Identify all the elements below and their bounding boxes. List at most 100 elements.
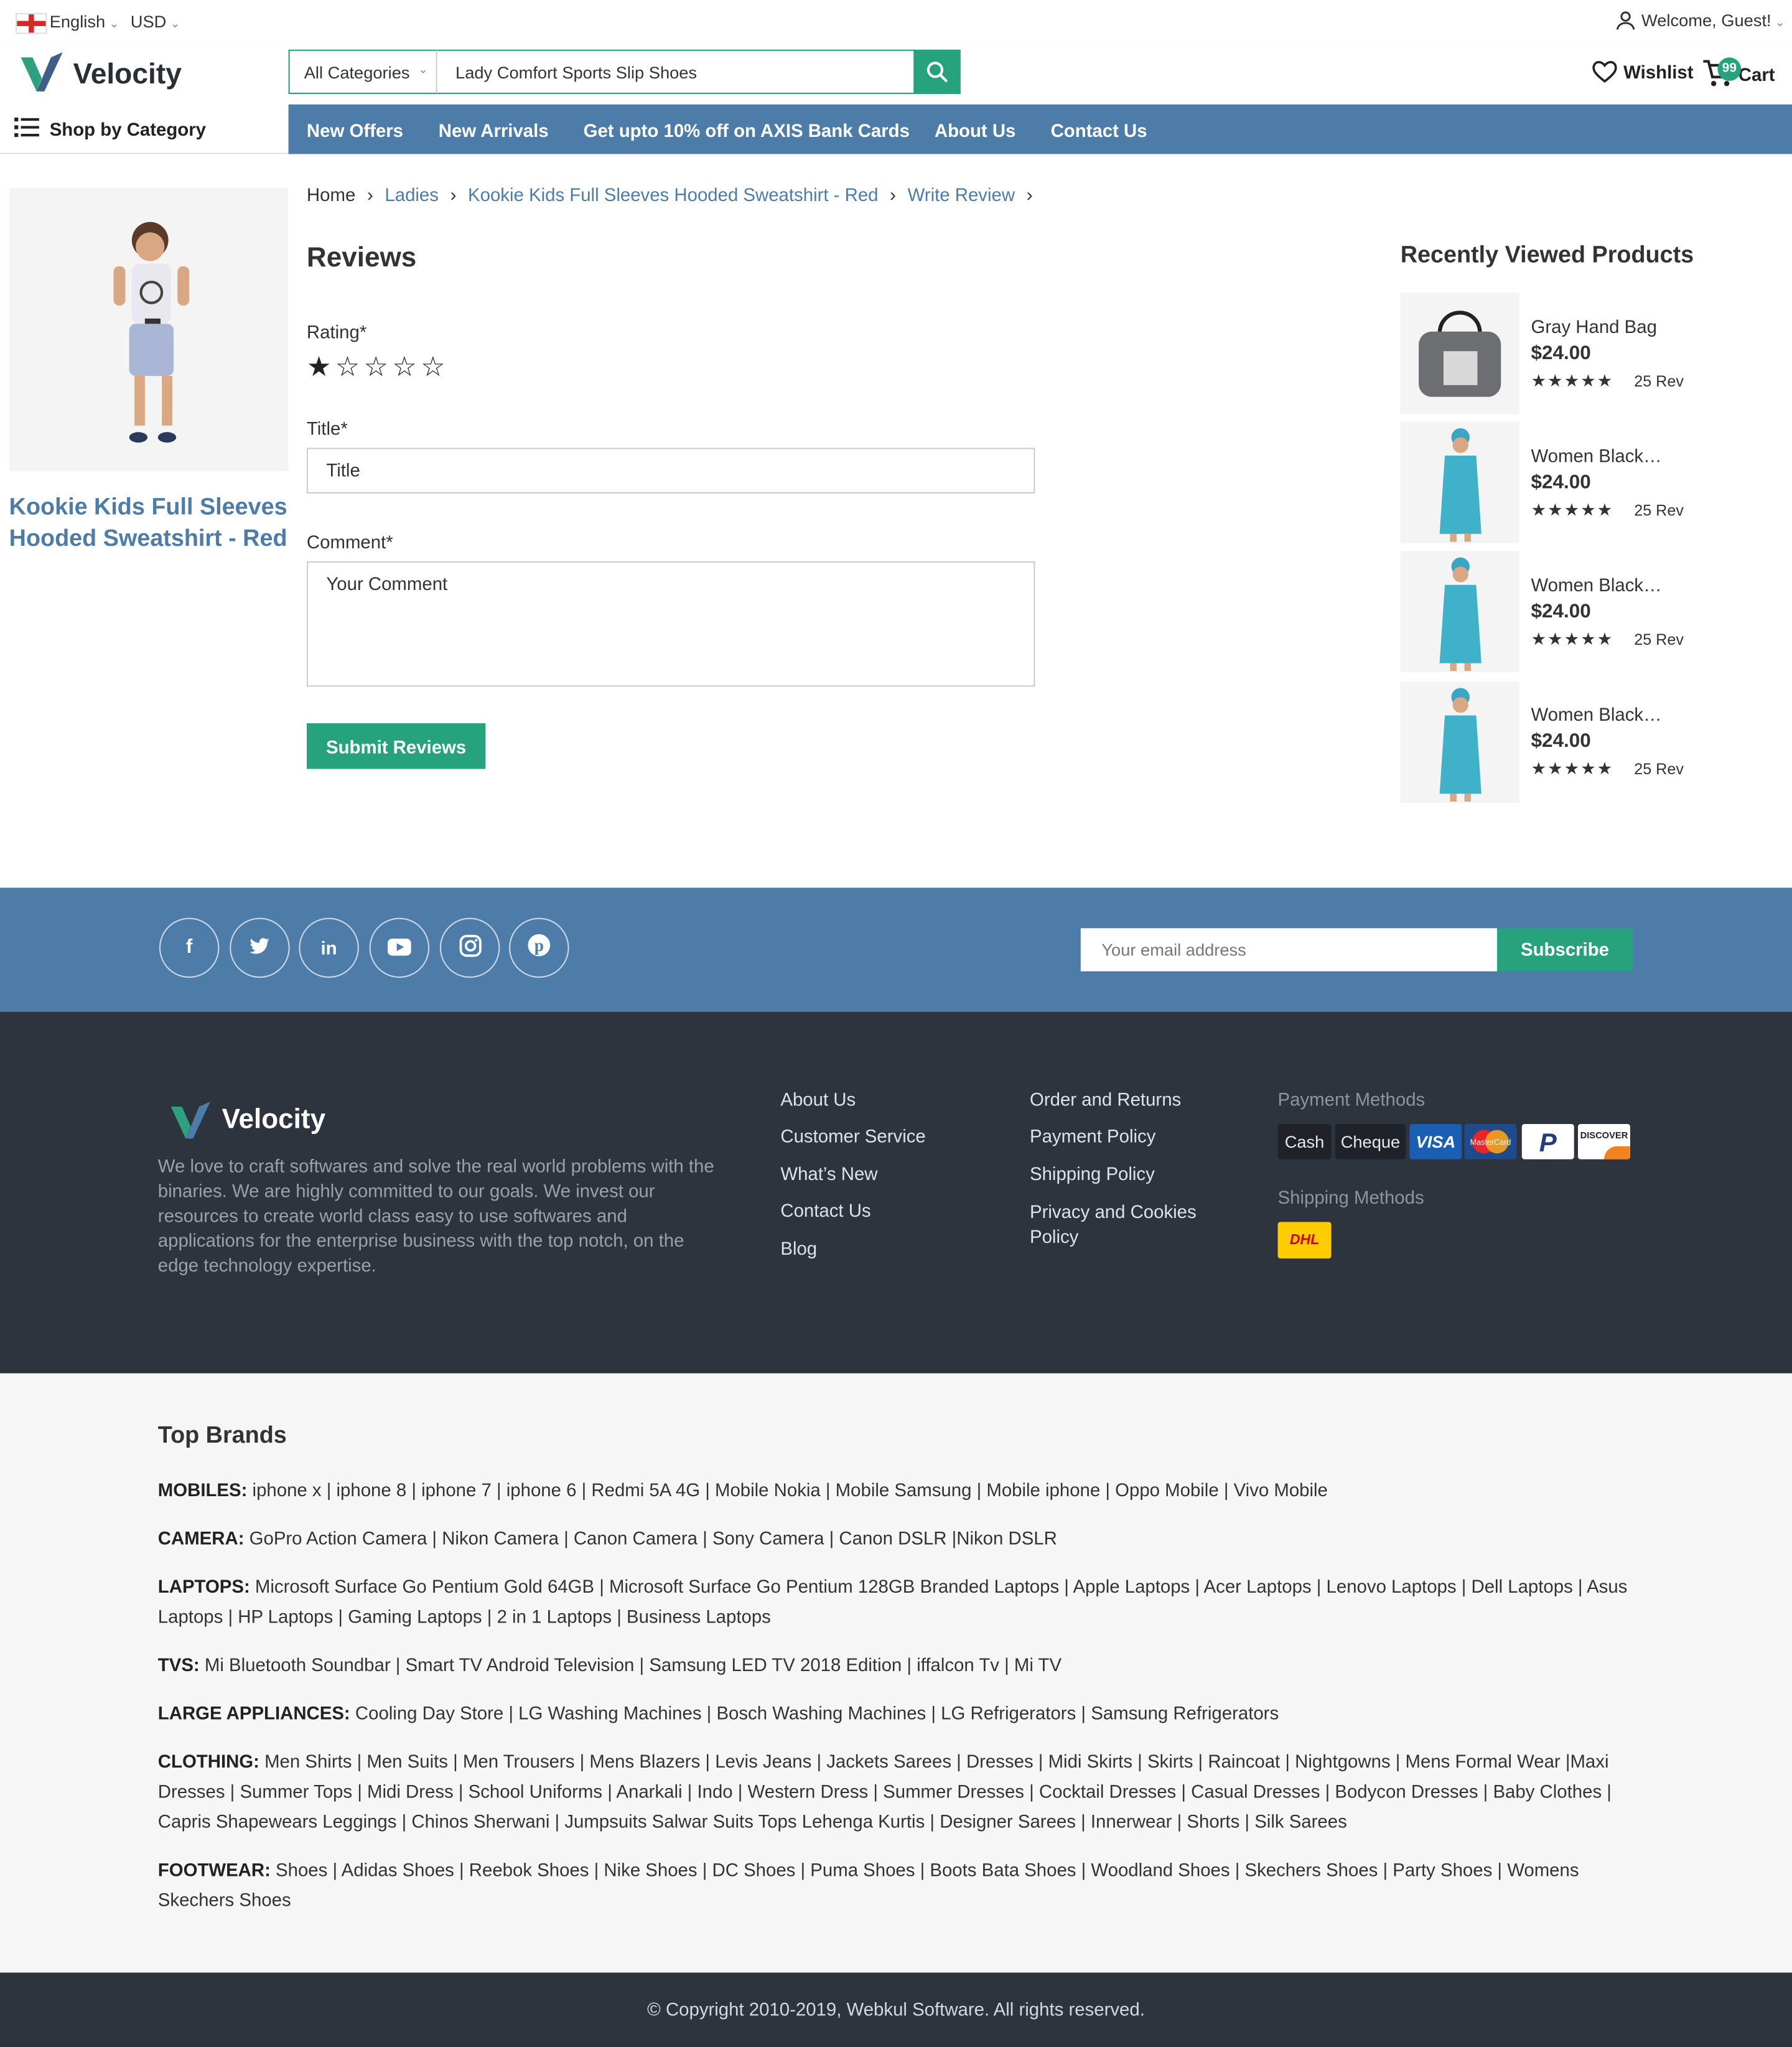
recent-item-name[interactable]: Women Black… bbox=[1531, 574, 1661, 596]
product-thumbnail[interactable] bbox=[1400, 421, 1519, 543]
recent-item-name[interactable]: Women Black… bbox=[1531, 704, 1661, 725]
currency-selector[interactable]: USD ⌄ bbox=[131, 12, 180, 31]
title-label: Title* bbox=[306, 418, 348, 439]
brand-row-links[interactable]: Microsoft Surface Go Pentium Gold 64GB |… bbox=[158, 1576, 1628, 1627]
payment-methods-heading: Payment Methods bbox=[1277, 1089, 1426, 1110]
title-input[interactable]: Title bbox=[306, 447, 1035, 494]
star-empty-icon[interactable]: ☆ bbox=[392, 352, 421, 382]
product-thumbnail[interactable] bbox=[1400, 292, 1519, 414]
wishlist-label: Wishlist bbox=[1623, 61, 1694, 83]
search-button[interactable] bbox=[913, 49, 961, 95]
mastercard-text: MasterCard bbox=[1470, 1138, 1511, 1147]
chevron-right-icon: › bbox=[890, 184, 896, 205]
england-flag-icon bbox=[16, 12, 47, 34]
brand-name[interactable]: Velocity bbox=[73, 57, 181, 91]
currency-label: USD bbox=[130, 11, 167, 32]
dress-image bbox=[1439, 688, 1482, 802]
youtube-icon[interactable] bbox=[369, 917, 430, 978]
pinterest-icon[interactable]: p bbox=[509, 917, 569, 978]
product-thumbnail[interactable] bbox=[1400, 551, 1519, 673]
cart-count-badge: 99 bbox=[1717, 57, 1742, 82]
twitter-icon[interactable] bbox=[230, 917, 290, 978]
handbag-image bbox=[1419, 311, 1501, 397]
nav-axis-offer[interactable]: Get upto 10% off on AXIS Bank Cards bbox=[584, 105, 910, 154]
star-rating-icon: ★★★★★ bbox=[1531, 629, 1614, 649]
welcome-text: Welcome, Guest! bbox=[1641, 10, 1771, 30]
submit-reviews-button[interactable]: Submit Reviews bbox=[306, 723, 486, 769]
reviews-heading: Reviews bbox=[306, 243, 417, 273]
brand-row-links[interactable]: GoPro Action Camera | Nikon Camera | Can… bbox=[250, 1527, 1057, 1548]
product-image[interactable] bbox=[9, 188, 289, 472]
breadcrumb-ladies[interactable]: Ladies bbox=[385, 184, 439, 205]
linkedin-icon[interactable]: in bbox=[299, 917, 359, 978]
comment-textarea[interactable]: Your Comment bbox=[306, 561, 1035, 687]
brand-row-label: LAPTOPS: bbox=[157, 1575, 250, 1597]
shop-by-category-label: Shop by Category bbox=[49, 118, 206, 140]
paypal-badge: P bbox=[1521, 1124, 1574, 1159]
recent-item-price: $24.00 bbox=[1531, 342, 1591, 365]
product-photo bbox=[113, 222, 190, 443]
brand-row-links[interactable]: Men Shirts | Men Suits | Men Trousers | … bbox=[158, 1751, 1612, 1832]
brand-row-label: TVS: bbox=[157, 1654, 200, 1675]
brand-row-mobiles: MOBILES: iphone x | iphone 8 | iphone 7 … bbox=[158, 1475, 1633, 1505]
instagram-icon[interactable] bbox=[439, 917, 500, 978]
breadcrumb-write-review[interactable]: Write Review bbox=[908, 184, 1015, 205]
breadcrumb-product[interactable]: Kookie Kids Full Sleeves Hooded Sweatshi… bbox=[468, 184, 878, 205]
product-name-link[interactable]: Kookie Kids Full Sleeves Hooded Sweatshi… bbox=[9, 491, 290, 554]
search-input[interactable]: Lady Comfort Sports Slip Shoes bbox=[437, 49, 915, 95]
review-count: 25 Rev bbox=[1634, 759, 1684, 779]
footer-link-contact-us[interactable]: Contact Us bbox=[780, 1200, 870, 1221]
category-select[interactable]: All Categories ⌄ bbox=[288, 49, 437, 95]
star-empty-icon[interactable]: ☆ bbox=[335, 352, 364, 382]
nav-about-us[interactable]: About Us bbox=[935, 105, 1016, 154]
breadcrumb-home[interactable]: Home bbox=[307, 184, 355, 205]
review-count: 25 Rev bbox=[1634, 630, 1684, 649]
nav-new-offers[interactable]: New Offers bbox=[307, 105, 403, 154]
brand-row-links[interactable]: Cooling Day Store | LG Washing Machines … bbox=[355, 1702, 1279, 1723]
footer-link-blog[interactable]: Blog bbox=[780, 1238, 817, 1259]
chevron-down-icon: ⌄ bbox=[418, 62, 429, 76]
copyright-bar: © Copyright 2010-2019, Webkul Software. … bbox=[0, 1972, 1792, 2047]
account-menu[interactable]: Welcome, Guest! ⌄ bbox=[1615, 9, 1785, 32]
shop-by-category[interactable]: Shop by Category bbox=[0, 105, 289, 154]
comment-label: Comment* bbox=[306, 531, 393, 553]
brand-row-label: CLOTHING: bbox=[157, 1750, 259, 1772]
review-count: 25 Rev bbox=[1634, 372, 1684, 391]
product-thumbnail[interactable] bbox=[1400, 681, 1519, 803]
wishlist-link[interactable]: Wishlist bbox=[1591, 59, 1694, 83]
newsletter-email-input[interactable]: Your email address bbox=[1080, 928, 1497, 972]
recent-item-name[interactable]: Gray Hand Bag bbox=[1531, 316, 1656, 337]
footer-link-payment-policy[interactable]: Payment Policy bbox=[1030, 1125, 1155, 1146]
brand-row-links[interactable]: iphone x | iphone 8 | iphone 7 | iphone … bbox=[253, 1479, 1328, 1501]
user-icon bbox=[1616, 11, 1635, 30]
recent-item-name[interactable]: Women Black… bbox=[1531, 445, 1661, 466]
footer-link-shipping-policy[interactable]: Shipping Policy bbox=[1030, 1163, 1155, 1184]
language-selector[interactable]: English ⌄ bbox=[50, 12, 119, 31]
brand-row-links[interactable]: Mi Bluetooth Soundbar | Smart TV Android… bbox=[205, 1654, 1062, 1675]
mastercard-badge: MasterCard bbox=[1464, 1124, 1517, 1159]
visa-badge: VISA bbox=[1409, 1124, 1462, 1159]
review-count: 25 Rev bbox=[1634, 501, 1684, 520]
facebook-icon[interactable]: f bbox=[159, 917, 220, 978]
footer-link-about-us[interactable]: About Us bbox=[780, 1089, 856, 1110]
nav-new-arrivals[interactable]: New Arrivals bbox=[439, 105, 549, 154]
star-empty-icon[interactable]: ☆ bbox=[421, 352, 449, 382]
subscribe-button[interactable]: Subscribe bbox=[1496, 928, 1633, 972]
brand-row-links[interactable]: Shoes | Adidas Shoes | Reebok Shoes | Ni… bbox=[158, 1859, 1579, 1908]
star-filled-icon[interactable]: ★ bbox=[307, 352, 335, 382]
mastercard-icon: MasterCard bbox=[1470, 1130, 1511, 1154]
footer-link-order-returns[interactable]: Order and Returns bbox=[1030, 1089, 1181, 1110]
footer-brand-name: Velocity bbox=[222, 1104, 326, 1135]
svg-text:p: p bbox=[534, 936, 544, 955]
svg-text:P: P bbox=[1539, 1128, 1557, 1157]
footer-link-customer-service[interactable]: Customer Service bbox=[780, 1125, 925, 1146]
footer-link-whats-new[interactable]: What’s New bbox=[780, 1163, 877, 1184]
paypal-icon: P bbox=[1539, 1128, 1557, 1157]
star-empty-icon[interactable]: ☆ bbox=[364, 352, 393, 382]
cheque-badge: Cheque bbox=[1335, 1124, 1406, 1159]
brand-row-laptops: LAPTOPS: Microsoft Surface Go Pentium Go… bbox=[158, 1572, 1633, 1632]
chevron-right-icon: › bbox=[450, 184, 457, 205]
rating-label: Rating* bbox=[306, 321, 367, 342]
nav-contact-us[interactable]: Contact Us bbox=[1051, 105, 1147, 154]
footer-link-privacy[interactable]: Privacy and Cookies Policy bbox=[1030, 1200, 1226, 1250]
